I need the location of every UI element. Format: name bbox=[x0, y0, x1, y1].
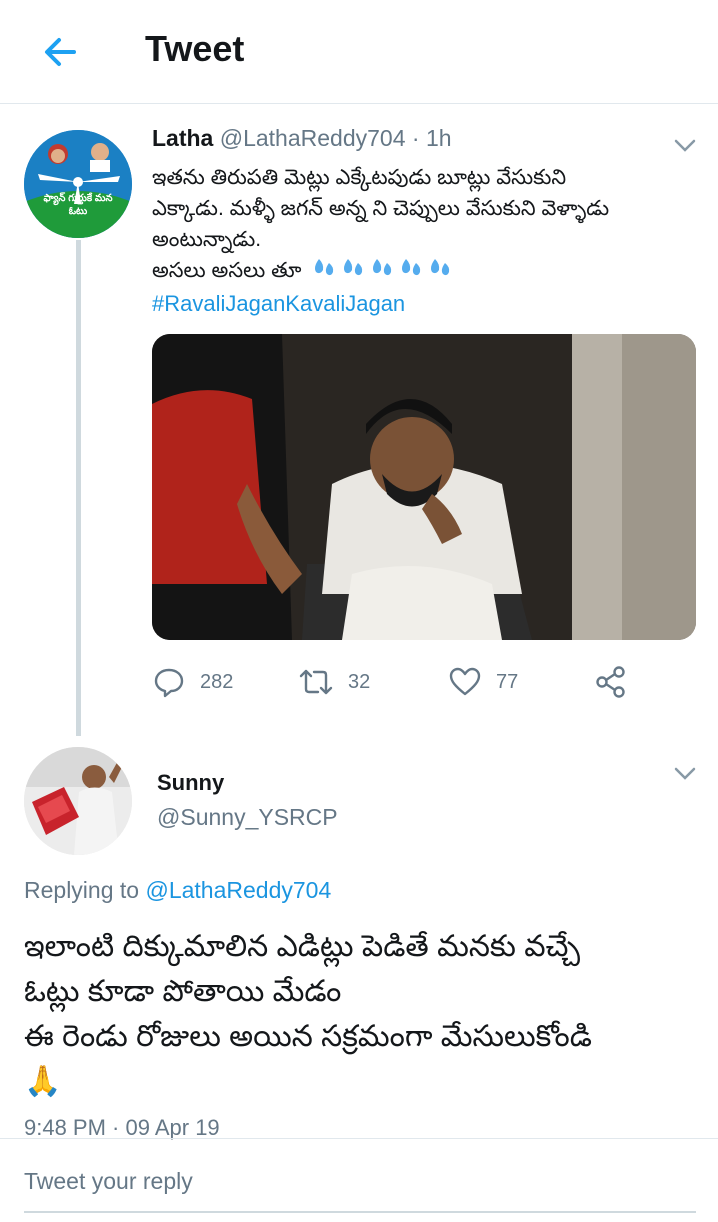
share-icon bbox=[596, 666, 625, 698]
arrow-left-icon bbox=[45, 38, 76, 66]
like-action[interactable]: 77 bbox=[448, 660, 518, 704]
avatar[interactable]: ఫ్యాన్ గుర్తుకే మన ఓటు bbox=[24, 130, 132, 238]
folded-hands-emoji: 🙏 bbox=[24, 1065, 62, 1098]
chevron-down-icon bbox=[674, 767, 696, 780]
sweat-droplets-emoji-icon bbox=[309, 255, 454, 288]
tweet-header: Latha @LathaReddy704 · 1h bbox=[152, 125, 452, 152]
top-app-bar: Tweet bbox=[0, 0, 718, 104]
user-handle[interactable]: @LathaReddy704 bbox=[220, 125, 406, 151]
tweet-options-button[interactable] bbox=[672, 134, 698, 156]
reply-icon bbox=[154, 668, 184, 698]
share-action[interactable] bbox=[594, 660, 628, 704]
replying-to-link[interactable]: @LathaReddy704 bbox=[145, 877, 331, 903]
reply-input-underline bbox=[24, 1211, 696, 1213]
tweet-actions: 282 32 77 bbox=[152, 660, 696, 704]
retweet-icon bbox=[299, 669, 333, 695]
hashtag-link[interactable]: #RavaliJaganKavaliJagan bbox=[152, 288, 697, 319]
display-name[interactable]: Sunny bbox=[157, 770, 224, 796]
tweet-text-line: అంటున్నాడు. bbox=[152, 228, 262, 251]
tweet-text-line: ఇలాంటి దిక్కుమాలిన ఎడిట్లు పెడితే మనకు వ… bbox=[24, 930, 581, 963]
heart-icon bbox=[449, 667, 481, 696]
user-handle[interactable]: @Sunny_YSRCP bbox=[157, 804, 338, 831]
reply-action[interactable]: 282 bbox=[152, 660, 233, 704]
divider bbox=[0, 1138, 718, 1139]
tweet-text-line: ఎక్కాడు. మళ్ళీ జగన్ అన్న ని చెప్పులు వేస… bbox=[152, 197, 610, 220]
reply-input[interactable]: Tweet your reply bbox=[24, 1168, 193, 1195]
photo-image bbox=[152, 334, 696, 640]
tweet-time: 1h bbox=[425, 125, 452, 151]
like-count: 77 bbox=[496, 670, 519, 693]
tweet-text: ఇతను తిరుపతి మెట్లు ఎక్కేటపుడు బూట్లు వే… bbox=[152, 162, 697, 319]
retweet-count: 32 bbox=[348, 670, 371, 693]
tweet-text-line: ఓట్లు కూడా పోతాయి మేడం bbox=[24, 975, 342, 1008]
thread-connector-line bbox=[76, 240, 81, 736]
display-name[interactable]: Latha bbox=[152, 125, 213, 151]
back-button[interactable] bbox=[38, 30, 82, 74]
avatar-caption: ఫ్యాన్ గుర్తుకే మన ఓటు bbox=[43, 193, 113, 217]
tweet-photo[interactable] bbox=[152, 334, 696, 640]
tweet-text-line: అసలు అసలు తూ bbox=[152, 255, 697, 288]
page-title: Tweet bbox=[145, 28, 245, 69]
meta-separator: · bbox=[405, 125, 426, 151]
reply-count: 282 bbox=[200, 670, 234, 693]
avatar[interactable] bbox=[24, 747, 132, 855]
tweet-options-button[interactable] bbox=[672, 762, 698, 784]
replying-to: Replying to @LathaReddy704 bbox=[24, 877, 331, 904]
chevron-down-icon bbox=[674, 139, 696, 152]
tweet-text-line: ఇతను తిరుపతి మెట్లు ఎక్కేటపుడు బూట్లు వే… bbox=[152, 166, 567, 189]
retweet-action[interactable]: 32 bbox=[298, 660, 370, 704]
replying-prefix: Replying to bbox=[24, 877, 146, 903]
tweet-text: ఇలాంటి దిక్కుమాలిన ఎడిట్లు పెడితే మనకు వ… bbox=[24, 924, 704, 1104]
tweet-text-line: ఈ రెండు రోజులు అయిన సక్రమంగా మేసులుకోండి bbox=[24, 1020, 592, 1053]
